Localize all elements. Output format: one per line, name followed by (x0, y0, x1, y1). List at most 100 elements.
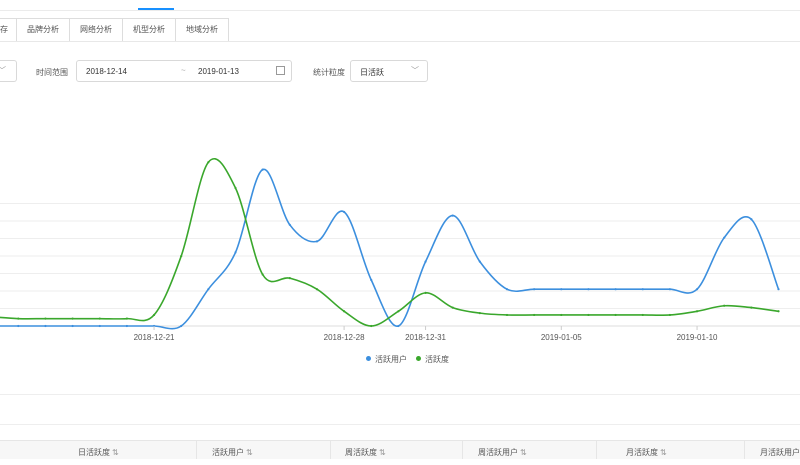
sort-icon[interactable]: ⇅ (112, 448, 119, 457)
tab-network-analysis[interactable]: 网络分析 (70, 18, 123, 42)
data-point[interactable] (587, 288, 590, 291)
line-chart: 2018-12-21 2018-12-28 2018-12-31 2019-01-05… (0, 158, 800, 342)
data-point[interactable] (723, 236, 726, 239)
data-point[interactable] (98, 324, 101, 328)
data-point[interactable] (261, 168, 264, 171)
x-tick-label: 2019-01-05 (541, 333, 582, 342)
col-active-users[interactable]: 活跃用户 ⇅ (212, 441, 253, 459)
data-point[interactable] (17, 324, 20, 328)
data-point[interactable] (234, 186, 237, 190)
sort-icon[interactable]: ⇅ (520, 448, 527, 457)
tab-brand-analysis[interactable]: 品牌分析 (17, 18, 70, 42)
granularity-select[interactable]: 日活跃 ﹀ (350, 60, 428, 82)
data-point[interactable] (44, 324, 47, 328)
data-point[interactable] (668, 288, 672, 291)
top-nav-strip (0, 0, 800, 11)
col-daily-activity[interactable]: 日活跃度 ⇅ (78, 441, 119, 459)
data-point[interactable] (533, 288, 536, 291)
data-point[interactable] (152, 313, 156, 317)
date-range-picker[interactable]: 2018-12-14 ~ 2019-01-13 (76, 60, 292, 82)
data-point[interactable] (71, 317, 74, 320)
data-point[interactable] (98, 317, 101, 320)
left-select-partial[interactable]: ﹀ (0, 60, 17, 82)
data-point[interactable] (180, 254, 183, 258)
start-date-input[interactable]: 2018-12-14 (86, 67, 127, 76)
legend-item-active-users[interactable]: 活跃用户 (366, 354, 407, 365)
data-point[interactable] (315, 288, 319, 291)
data-point[interactable] (750, 218, 753, 221)
data-point[interactable] (478, 260, 481, 263)
data-point[interactable] (614, 313, 617, 317)
data-point[interactable] (180, 324, 183, 328)
data-point[interactable] (288, 223, 291, 226)
tab-region-analysis[interactable]: 地域分析 (176, 18, 229, 42)
data-point[interactable] (505, 313, 509, 317)
data-point[interactable] (207, 288, 210, 291)
sort-icon[interactable]: ⇅ (379, 448, 386, 457)
data-point[interactable] (451, 306, 454, 309)
data-point[interactable] (370, 278, 373, 282)
data-point[interactable] (641, 288, 644, 291)
data-point[interactable] (560, 313, 563, 317)
tab-partial[interactable]: 存 (0, 18, 17, 42)
end-date-input[interactable]: 2019-01-13 (198, 67, 239, 76)
sort-icon[interactable]: ⇅ (246, 448, 253, 457)
data-point[interactable] (777, 310, 780, 313)
col-label: 活跃用户 (212, 448, 244, 457)
tab-model-analysis[interactable]: 机型分析 (123, 18, 176, 42)
data-point[interactable] (207, 161, 210, 164)
data-point[interactable] (44, 317, 47, 320)
data-point[interactable] (343, 310, 346, 313)
data-point[interactable] (505, 288, 509, 291)
series-line-active-users[interactable] (0, 168, 780, 330)
data-point[interactable] (424, 291, 427, 294)
series-line-activity[interactable] (0, 158, 779, 327)
col-divider (744, 441, 745, 459)
data-point[interactable] (478, 312, 481, 315)
sort-icon[interactable]: ⇅ (660, 448, 667, 457)
col-weekly-activity[interactable]: 周活跃度 ⇅ (345, 441, 386, 459)
divider (0, 424, 800, 425)
col-divider (330, 441, 331, 459)
data-point[interactable] (315, 240, 319, 243)
calendar-icon[interactable] (276, 66, 285, 75)
col-weekly-active-users[interactable]: 周活跃用户 ⇅ (478, 441, 527, 459)
data-point[interactable] (750, 306, 753, 309)
col-divider (596, 441, 597, 459)
data-point[interactable] (641, 313, 644, 317)
col-monthly-activity[interactable]: 月活跃度 ⇅ (626, 441, 667, 459)
data-point[interactable] (424, 260, 427, 263)
tab-divider (0, 41, 800, 42)
data-point[interactable] (234, 251, 237, 254)
legend-dot-blue (366, 356, 371, 361)
x-tick-label: 2019-01-10 (677, 333, 718, 342)
chevron-down-icon: ﹀ (411, 66, 419, 75)
data-point[interactable] (451, 214, 454, 217)
data-point[interactable] (17, 317, 20, 320)
legend-item-activity[interactable]: 活跃度 (416, 354, 449, 365)
active-tab-indicator (138, 8, 174, 10)
legend-label-activity: 活跃度 (425, 355, 449, 364)
x-tick-label: 2018-12-28 (324, 333, 365, 342)
data-point[interactable] (668, 313, 672, 317)
data-point[interactable] (125, 317, 128, 320)
data-point[interactable] (695, 288, 699, 291)
data-point[interactable] (695, 310, 699, 313)
data-point[interactable] (723, 304, 726, 307)
data-point[interactable] (261, 273, 264, 276)
col-monthly-active-users[interactable]: 月活跃用户⇅ (760, 441, 800, 459)
data-point[interactable] (587, 313, 590, 317)
data-point[interactable] (560, 288, 563, 291)
data-point[interactable] (533, 313, 536, 317)
data-point[interactable] (397, 310, 400, 313)
data-point[interactable] (71, 324, 74, 328)
time-range-label: 时间范围 (36, 68, 68, 77)
col-label: 周活跃度 (345, 448, 377, 457)
data-point[interactable] (397, 324, 400, 328)
data-point[interactable] (614, 288, 617, 291)
data-point[interactable] (288, 277, 291, 280)
data-point[interactable] (343, 210, 346, 214)
data-point[interactable] (777, 288, 780, 291)
data-point[interactable] (125, 324, 128, 328)
data-point[interactable] (370, 324, 373, 328)
